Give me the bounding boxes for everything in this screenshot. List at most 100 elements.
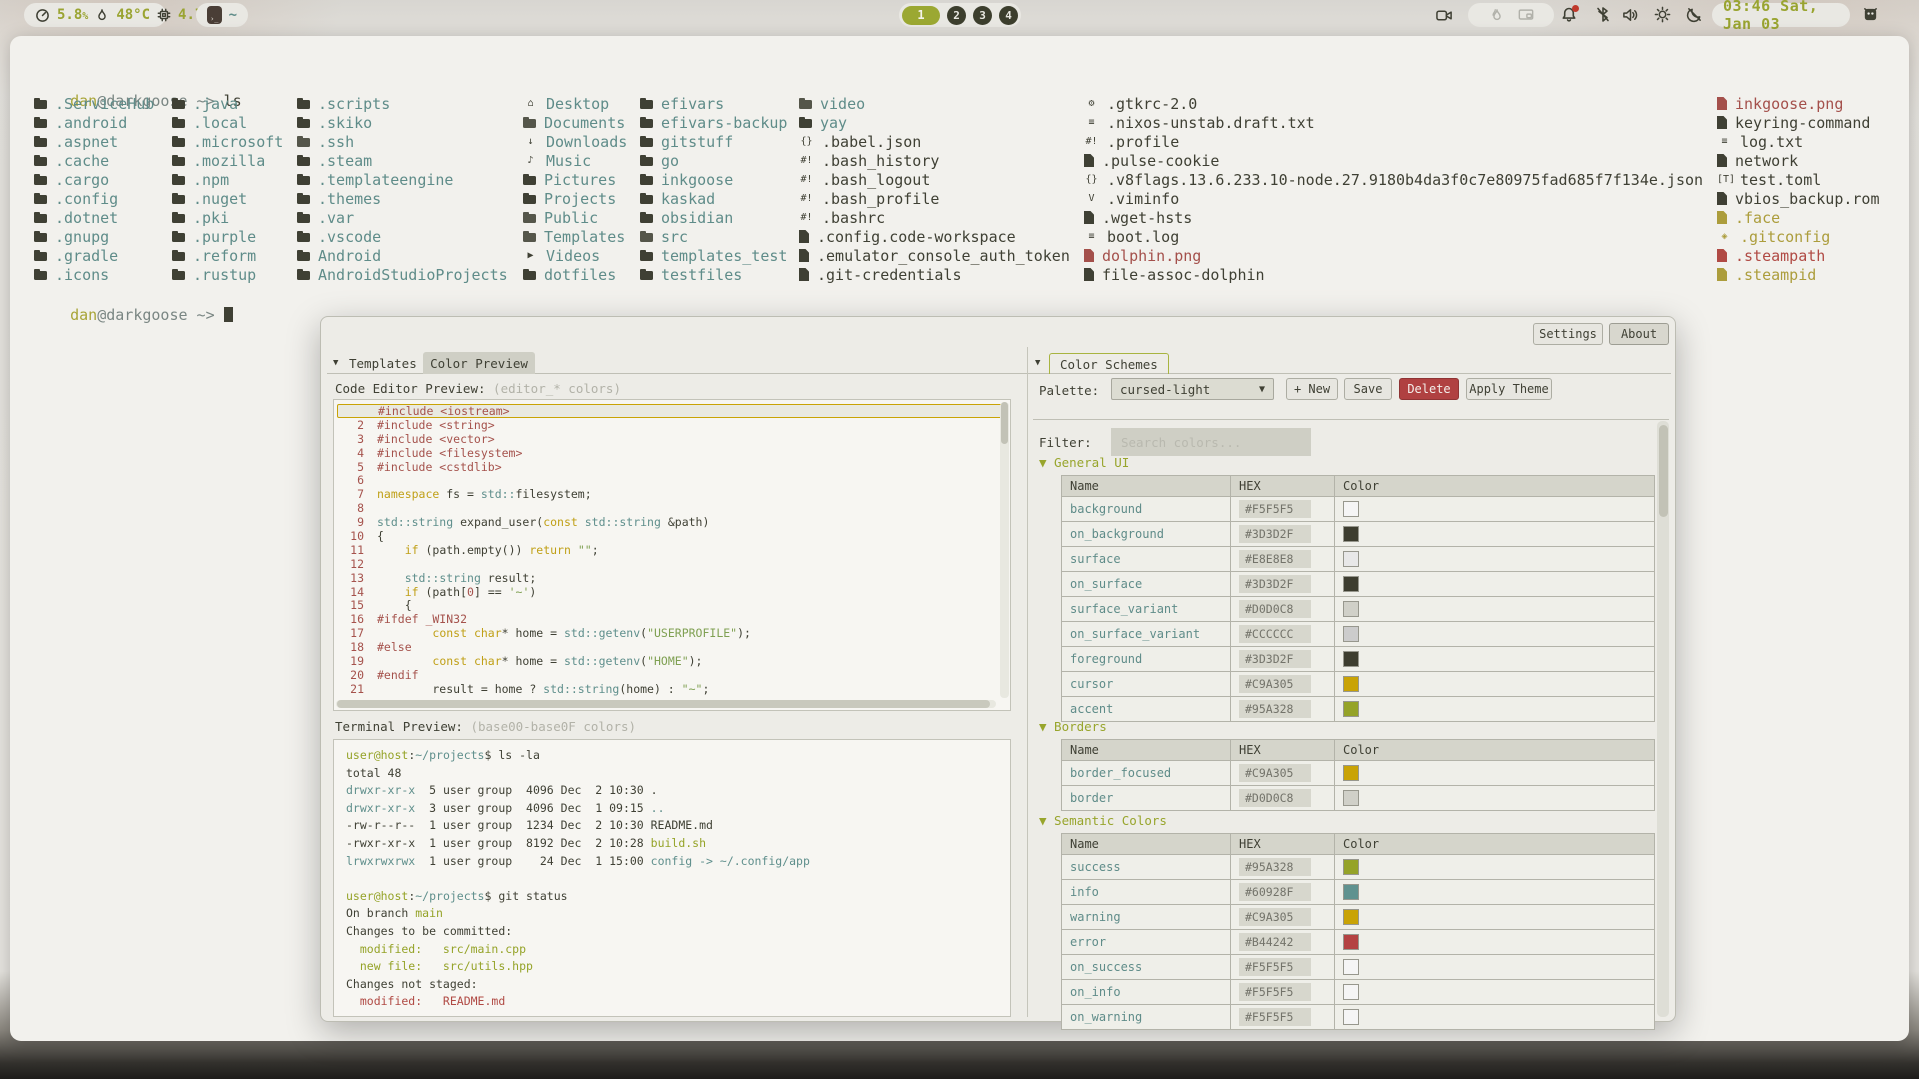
- color-swatch[interactable]: [1343, 501, 1359, 517]
- color-swatch[interactable]: [1343, 934, 1359, 950]
- clock-widget[interactable]: 03:46 Sat, Jan 03: [1712, 3, 1850, 27]
- tab-color-preview[interactable]: Color Preview: [423, 352, 535, 374]
- color-swatch[interactable]: [1343, 790, 1359, 806]
- color-swatch[interactable]: [1343, 626, 1359, 642]
- brightness-icon[interactable]: [1654, 6, 1671, 23]
- launcher-widget[interactable]: ›_ ~: [196, 3, 248, 27]
- delete-button[interactable]: Delete: [1399, 378, 1459, 400]
- section-header[interactable]: ▼ General UI: [1039, 455, 1129, 470]
- hex-value-field[interactable]: #CCCCCC: [1239, 625, 1311, 643]
- section-header[interactable]: ▼ Borders: [1039, 719, 1107, 734]
- color-swatch[interactable]: [1343, 576, 1359, 592]
- color-row[interactable]: warning#C9A305: [1062, 904, 1654, 929]
- file-entry: .skiko: [297, 113, 508, 132]
- file-entry: #!.bash_history: [799, 151, 1070, 170]
- tab-color-schemes[interactable]: Color Schemes: [1049, 353, 1169, 374]
- color-swatch[interactable]: [1343, 859, 1359, 875]
- hex-value-field[interactable]: #C9A305: [1239, 908, 1311, 926]
- hex-value-field[interactable]: #95A328: [1239, 858, 1311, 876]
- color-swatch[interactable]: [1343, 651, 1359, 667]
- hex-value-field[interactable]: #B44242: [1239, 933, 1311, 951]
- hex-value-field[interactable]: #C9A305: [1239, 675, 1311, 693]
- color-row[interactable]: border#D0D0C8: [1062, 785, 1654, 810]
- hex-value-field[interactable]: #C9A305: [1239, 764, 1311, 782]
- about-button[interactable]: About: [1609, 323, 1669, 345]
- volume-icon[interactable]: [1622, 6, 1639, 23]
- code-token: (path[: [419, 585, 467, 599]
- workspace-1-active[interactable]: 1: [902, 6, 940, 25]
- color-row[interactable]: info#60928F: [1062, 879, 1654, 904]
- hex-value-field[interactable]: #D0D0C8: [1239, 789, 1311, 807]
- color-swatch[interactable]: [1343, 1009, 1359, 1025]
- hex-value-field[interactable]: #3D3D2F: [1239, 575, 1311, 593]
- hex-value-field[interactable]: #3D3D2F: [1239, 525, 1311, 543]
- workspace-4[interactable]: 4: [999, 6, 1018, 25]
- color-swatch[interactable]: [1343, 601, 1359, 617]
- hex-value-field[interactable]: #F5F5F5: [1239, 958, 1311, 976]
- hex-value-field[interactable]: #F5F5F5: [1239, 1008, 1311, 1026]
- workspace-2[interactable]: 2: [947, 6, 966, 25]
- save-button[interactable]: Save: [1344, 378, 1392, 400]
- chevron-down-icon[interactable]: ▼: [333, 358, 338, 368]
- system-stats-widget[interactable]: 5.8% 48°C 4.7G: [24, 3, 166, 27]
- color-row[interactable]: on_surface#3D3D2F: [1062, 571, 1654, 596]
- bluetooth-off-icon[interactable]: [1594, 6, 1611, 23]
- notifications-bell-icon[interactable]: [1560, 6, 1577, 23]
- color-swatch[interactable]: [1343, 551, 1359, 567]
- color-swatch[interactable]: [1343, 676, 1359, 692]
- document-icon: [1717, 154, 1727, 167]
- code-editor-preview[interactable]: #include <iostream>2#include <string>3#i…: [333, 399, 1011, 711]
- file-entry: .var: [297, 208, 508, 227]
- folder-open-icon: [799, 100, 812, 109]
- color-list-scrollbar[interactable]: [1657, 421, 1669, 1017]
- color-swatch[interactable]: [1343, 984, 1359, 1000]
- filter-input[interactable]: Search colors...: [1111, 428, 1311, 456]
- color-row[interactable]: on_success#F5F5F5: [1062, 954, 1654, 979]
- color-swatch[interactable]: [1343, 884, 1359, 900]
- color-row[interactable]: surface#E8E8E8: [1062, 546, 1654, 571]
- color-row[interactable]: on_surface_variant#CCCCCC: [1062, 621, 1654, 646]
- code-token: std::getenv: [564, 626, 640, 640]
- inactive-tools-widget[interactable]: [1468, 3, 1554, 27]
- color-swatch[interactable]: [1343, 765, 1359, 781]
- color-row[interactable]: on_info#F5F5F5: [1062, 979, 1654, 1004]
- color-row[interactable]: on_warning#F5F5F5: [1062, 1004, 1654, 1029]
- color-row[interactable]: on_background#3D3D2F: [1062, 521, 1654, 546]
- settings-button[interactable]: Settings: [1533, 323, 1603, 345]
- hex-value-field[interactable]: #60928F: [1239, 883, 1311, 901]
- code-vertical-scrollbar[interactable]: [1000, 402, 1009, 698]
- terminal-preview[interactable]: user@host:~/projects$ ls -latotal 48drwx…: [333, 739, 1011, 1017]
- color-swatch[interactable]: [1343, 959, 1359, 975]
- color-row[interactable]: foreground#3D3D2F: [1062, 646, 1654, 671]
- chevron-down-icon[interactable]: ▼: [1035, 358, 1040, 368]
- do-not-disturb-moon-icon[interactable]: [1686, 6, 1703, 23]
- color-row[interactable]: surface_variant#D0D0C8: [1062, 596, 1654, 621]
- code-horizontal-scrollbar[interactable]: [336, 700, 996, 708]
- color-cell: [1334, 980, 1656, 1004]
- workspace-3[interactable]: 3: [973, 6, 992, 25]
- hex-value-field[interactable]: #3D3D2F: [1239, 650, 1311, 668]
- color-row[interactable]: cursor#C9A305: [1062, 671, 1654, 696]
- hex-value-field[interactable]: #D0D0C8: [1239, 600, 1311, 618]
- section-header[interactable]: ▼ Semantic Colors: [1039, 813, 1167, 828]
- color-row[interactable]: border_focused#C9A305: [1062, 760, 1654, 785]
- cat-terminal-icon: ›_: [207, 6, 222, 24]
- apply-theme-button[interactable]: Apply Theme: [1466, 378, 1552, 400]
- hex-value-field[interactable]: #F5F5F5: [1239, 983, 1311, 1001]
- tab-templates[interactable]: Templates: [349, 356, 417, 371]
- pane-divider: [1027, 347, 1028, 1017]
- color-row[interactable]: success#95A328: [1062, 854, 1654, 879]
- color-row[interactable]: accent#95A328: [1062, 696, 1654, 721]
- color-swatch[interactable]: [1343, 909, 1359, 925]
- color-row[interactable]: error#B44242: [1062, 929, 1654, 954]
- hex-value-field[interactable]: #95A328: [1239, 700, 1311, 718]
- color-swatch[interactable]: [1343, 701, 1359, 717]
- color-row[interactable]: background#F5F5F5: [1062, 496, 1654, 521]
- hex-value-field[interactable]: #F5F5F5: [1239, 500, 1311, 518]
- new-palette-button[interactable]: + New: [1286, 378, 1338, 400]
- color-swatch[interactable]: [1343, 526, 1359, 542]
- screen-record-icon[interactable]: [1436, 7, 1453, 24]
- palette-dropdown[interactable]: cursed-light ▼: [1111, 378, 1274, 400]
- hex-value-field[interactable]: #E8E8E8: [1239, 550, 1311, 568]
- owl-logo-icon[interactable]: [1862, 6, 1879, 23]
